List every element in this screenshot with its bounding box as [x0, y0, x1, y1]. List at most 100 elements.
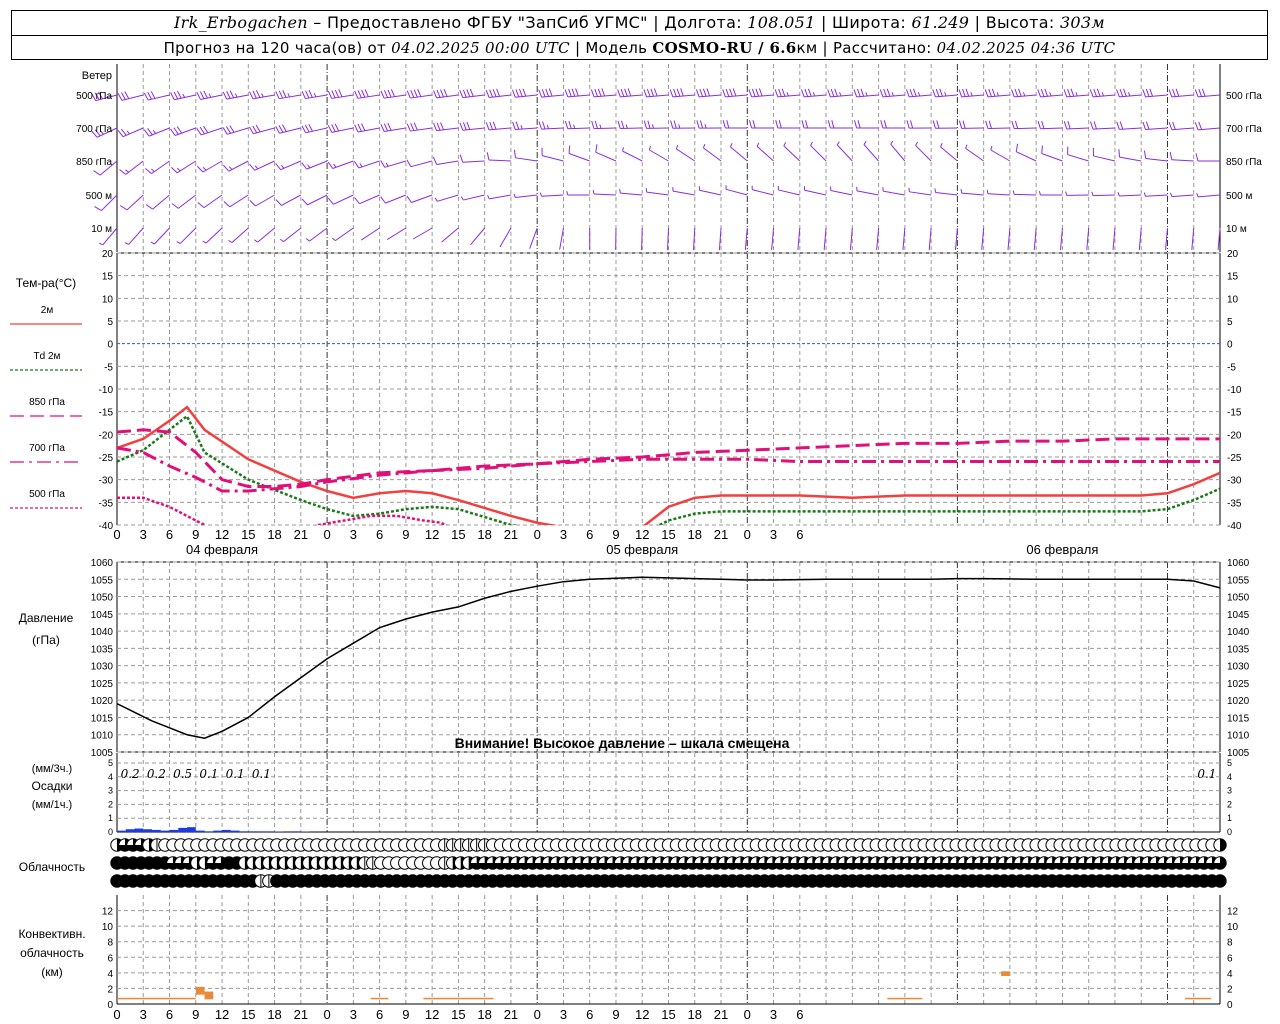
temp-tick-left: -5	[104, 362, 113, 373]
wind-barb	[1038, 191, 1063, 196]
temp-tick-left: 0	[107, 340, 113, 351]
wind-level-label-right: 850 гПа	[1226, 157, 1262, 168]
conv-cloud-bar	[204, 991, 214, 1000]
precip-tick-left: 1	[108, 813, 113, 823]
wind-barb	[643, 120, 669, 129]
wind-barb-feather	[515, 121, 520, 130]
wind-barb-feather	[305, 90, 310, 99]
wind-barb	[460, 194, 485, 201]
wind-barb-feather	[722, 120, 726, 129]
wind-barb-feather	[783, 142, 787, 147]
wind-barb-staff	[830, 190, 853, 196]
wind-barb-feather	[1194, 89, 1199, 98]
wind-barb-feather	[125, 169, 129, 173]
wind-barb-feather	[152, 130, 157, 134]
temp-hour-tick: 21	[294, 527, 308, 542]
wind-barb-feather	[306, 238, 310, 242]
wind-barb	[932, 88, 958, 98]
wind-barb	[228, 227, 249, 244]
wind-barb-feather	[440, 122, 445, 131]
wind-barb-staff	[178, 194, 197, 209]
temp-hour-tick: 18	[477, 527, 491, 542]
wind-barb-feather	[541, 89, 546, 97]
wind-barb-feather	[304, 124, 310, 133]
wind-barb-staff	[1198, 194, 1221, 198]
wind-barb	[744, 227, 748, 250]
wind-barb	[353, 160, 380, 169]
wind-barb-feather	[278, 90, 284, 99]
wind-barb-feather	[1119, 88, 1124, 97]
wind-barb-feather	[406, 123, 411, 132]
wind-barb-staff	[856, 190, 879, 196]
wind-barb-feather	[673, 120, 677, 129]
wind-barb-feather	[1123, 88, 1127, 97]
wind-barb	[406, 122, 433, 132]
wind-barb	[827, 88, 853, 98]
wind-barb	[698, 186, 722, 196]
wind-barb-feather	[196, 127, 202, 136]
wind-barb-feather	[203, 125, 209, 133]
cloud-fill-full	[1213, 874, 1227, 888]
wind-barb	[880, 120, 905, 129]
wind-barb-staff	[810, 145, 827, 162]
wind-barb-feather	[275, 163, 282, 171]
conv-hour-tick: 18	[477, 1007, 491, 1022]
wind-barb-feather	[940, 143, 943, 148]
wind-barb	[117, 91, 144, 101]
wind-barb-feather	[756, 142, 760, 147]
wind-barb	[512, 121, 538, 131]
wind-barb	[360, 227, 380, 241]
wind-barb-feather	[879, 89, 884, 98]
wind-barb	[327, 194, 354, 205]
wind-barb	[985, 120, 1010, 130]
wind-barb	[800, 88, 827, 98]
wind-barb-feather	[625, 124, 628, 129]
wind-barb-feather	[965, 144, 968, 149]
temp-hour-tick: 15	[451, 527, 465, 542]
wind-barb-feather	[513, 193, 516, 198]
wind-barb-staff	[437, 194, 459, 202]
wind-barb-staff	[360, 227, 380, 241]
wind-barb-feather	[1170, 192, 1173, 197]
wind-barb-feather	[443, 88, 448, 97]
wind-barb-feather	[939, 88, 943, 97]
wind-barb	[1194, 88, 1221, 98]
wind-barb	[1169, 151, 1194, 162]
wind-barb-feather	[117, 93, 123, 101]
day-label: 05 февраля	[606, 542, 678, 557]
wind-barb-feather	[203, 90, 208, 99]
wind-barb-feather	[94, 206, 102, 211]
wind-barb-staff	[1016, 151, 1037, 162]
conv-hour-tick: 18	[688, 1007, 702, 1022]
wind-barb-feather	[807, 88, 812, 97]
wind-barb-feather	[359, 163, 363, 168]
wind-barb	[729, 143, 748, 162]
wind-barb-feather	[197, 202, 205, 209]
temp-hour-tick: 3	[140, 527, 147, 542]
pres-tick-left: 1015	[91, 713, 114, 724]
wind-barb-feather	[647, 120, 651, 129]
temp-hour-tick: 18	[688, 527, 702, 542]
wind-barb-staff	[1119, 156, 1142, 162]
temp-tick-right: 10	[1227, 294, 1239, 305]
wind-barb-feather	[150, 91, 156, 99]
pres-tick-right: 1015	[1227, 713, 1250, 724]
wind-barb-feather	[171, 203, 179, 209]
wind-barb	[223, 160, 249, 172]
wind-barb-feather	[1089, 89, 1094, 98]
temp-hour-tick: 6	[796, 527, 803, 542]
wind-barb	[641, 227, 643, 251]
wind-barb-feather	[917, 92, 921, 97]
wind-barb	[958, 120, 984, 129]
wind-barb-feather	[1067, 121, 1071, 129]
wind-barb-feather	[1116, 89, 1120, 98]
wind-barb-feather	[124, 91, 130, 99]
wind-barb-feather	[469, 88, 474, 97]
wind-barb-feather	[254, 239, 259, 243]
wind-barb-staff	[935, 191, 958, 196]
wind-barb	[960, 189, 984, 196]
wind-barb-staff	[890, 143, 906, 162]
wind-barb-staff	[489, 194, 512, 200]
wind-barb-feather	[440, 89, 445, 98]
wind-barb-feather	[965, 88, 970, 97]
